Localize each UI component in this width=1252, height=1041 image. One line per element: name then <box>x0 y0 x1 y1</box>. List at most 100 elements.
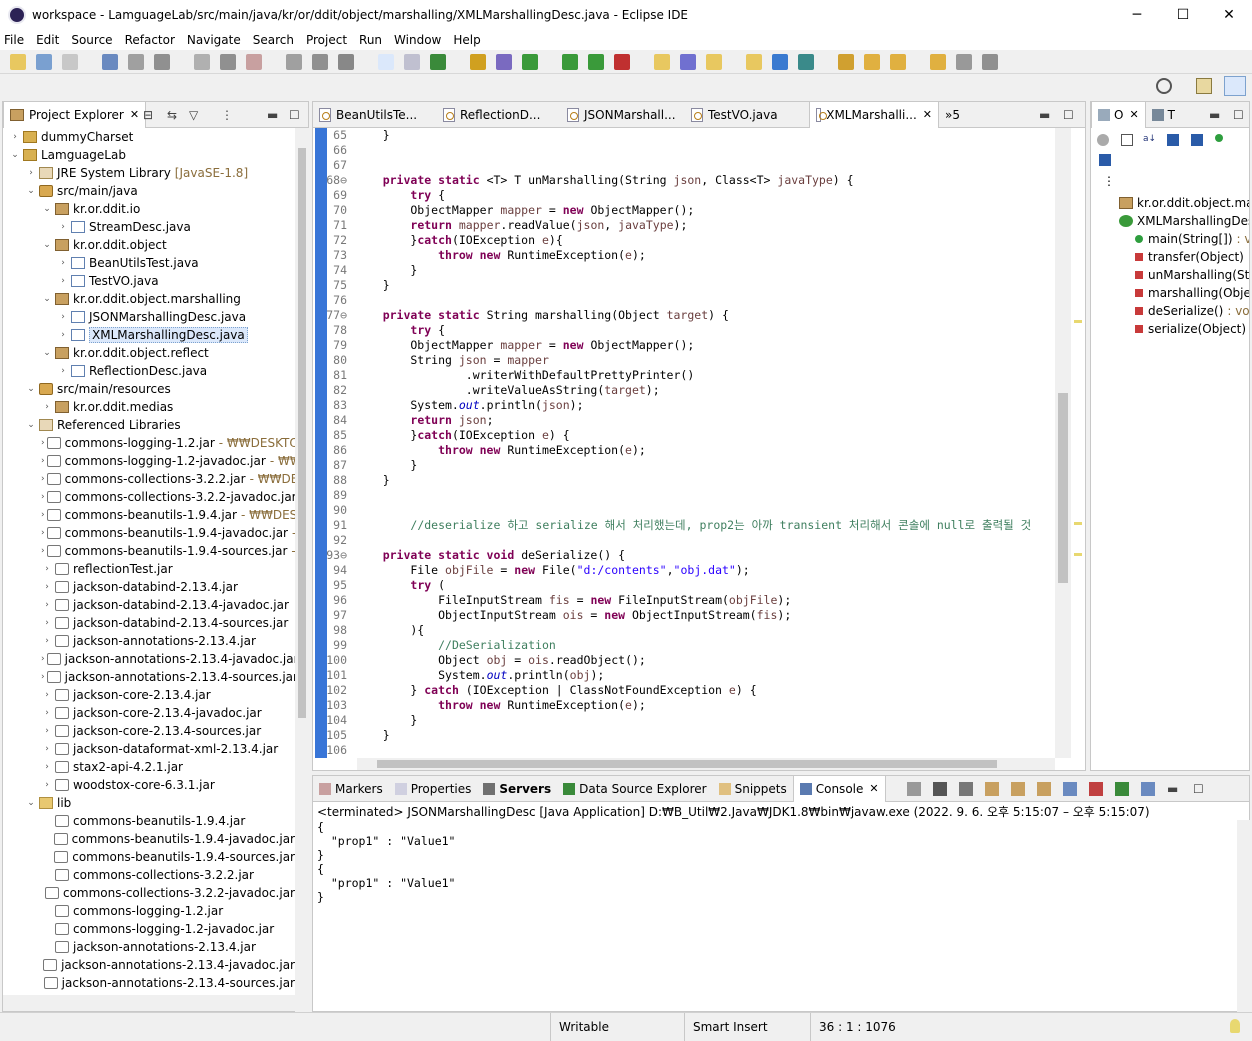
outline-item[interactable]: transfer(Object): <box>1091 248 1249 266</box>
tree-item[interactable]: › ReflectionDesc.java <box>3 362 295 380</box>
toolbar-button-icon[interactable] <box>614 54 630 70</box>
chevron-down-icon[interactable]: ⌄ <box>41 240 53 250</box>
bottom-tab[interactable]: Servers <box>477 776 557 802</box>
tree-item[interactable]: › JSONMarshallingDesc.java <box>3 308 295 326</box>
link-with-editor-icon[interactable]: ⇆ <box>167 108 177 122</box>
chevron-right-icon[interactable]: › <box>25 168 37 178</box>
toolbar-button-icon[interactable] <box>706 54 722 70</box>
java-perspective-icon[interactable] <box>1224 76 1246 96</box>
close-icon[interactable]: ✕ <box>923 108 932 121</box>
outline-item[interactable]: main(String[]): v <box>1091 230 1249 248</box>
close-button[interactable]: ✕ <box>1206 0 1252 30</box>
chevron-down-icon[interactable]: ⌄ <box>41 204 53 214</box>
outline-tree[interactable]: kr.or.ddit.object.mar XMLMarshallingDesc m… <box>1091 194 1249 394</box>
hide-nonpublic-icon[interactable] <box>1215 134 1223 142</box>
code-line[interactable]: 69 try { <box>313 188 1055 203</box>
code-line[interactable]: 92 <box>313 533 1055 548</box>
chevron-right-icon[interactable]: › <box>57 312 69 322</box>
code-line[interactable]: 98 ){ <box>313 623 1055 638</box>
tree-item[interactable]: › jackson-core-2.13.4.jar <box>3 686 295 704</box>
toolbar-button-icon[interactable] <box>680 54 696 70</box>
chevron-right-icon[interactable]: › <box>41 726 53 736</box>
code-line[interactable]: 75 } <box>313 278 1055 293</box>
tab-project-explorer[interactable]: Project Explorer ✕ <box>3 101 147 128</box>
code-line[interactable]: 93⊖ private static void deSerialize() { <box>313 548 1055 563</box>
tree-item[interactable]: commons-beanutils-1.9.4-javadoc.jar <box>3 830 295 848</box>
tree-item[interactable]: ⌄ kr.or.ddit.object.reflect <box>3 344 295 362</box>
code-line[interactable]: 72 }catch(IOException e){ <box>313 233 1055 248</box>
tree-item[interactable]: › dummyCharset <box>3 128 295 146</box>
code-line[interactable]: 101 System.out.println(obj); <box>313 668 1055 683</box>
chevron-right-icon[interactable]: › <box>57 222 69 232</box>
menu-file[interactable]: File <box>4 33 24 47</box>
toolbar-button-icon[interactable] <box>430 54 446 70</box>
scrollbar-thumb[interactable] <box>298 148 306 718</box>
menu-run[interactable]: Run <box>359 33 382 47</box>
maximize-button[interactable]: ☐ <box>1160 0 1206 30</box>
toolbar-button-icon[interactable] <box>128 54 144 70</box>
tree-item[interactable]: › commons-beanutils-1.9.4.jar- ₩₩DESKT <box>3 506 295 524</box>
toolbar-button-icon[interactable] <box>194 54 210 70</box>
chevron-right-icon[interactable]: › <box>41 474 45 484</box>
code-line[interactable]: 71 return mapper.readValue(json, javaTyp… <box>313 218 1055 233</box>
menu-window[interactable]: Window <box>394 33 441 47</box>
remove-launch-icon[interactable] <box>933 782 947 796</box>
code-line[interactable]: 74 } <box>313 263 1055 278</box>
toolbar-button-icon[interactable] <box>930 54 946 70</box>
tree-item[interactable]: ⌄ lib <box>3 794 295 812</box>
code-line[interactable]: 78 try { <box>313 323 1055 338</box>
remove-all-icon[interactable] <box>959 782 973 796</box>
code-line[interactable]: 68⊖ private static <T> T unMarshalling(S… <box>313 173 1055 188</box>
tree-item[interactable]: ⌄ kr.or.ddit.object.marshalling <box>3 290 295 308</box>
tree-item[interactable]: ⌄ Referenced Libraries <box>3 416 295 434</box>
tree-item[interactable]: › commons-logging-1.2-javadoc.jar- ₩₩D <box>3 452 295 470</box>
chevron-right-icon[interactable]: › <box>41 672 45 682</box>
chevron-right-icon[interactable]: › <box>41 438 45 448</box>
toolbar-button-icon[interactable] <box>470 54 486 70</box>
outline-item[interactable]: marshalling(Obje <box>1091 284 1249 302</box>
code-line[interactable]: 96 FileInputStream fis = new FileInputSt… <box>313 593 1055 608</box>
chevron-right-icon[interactable]: › <box>41 708 53 718</box>
code-line[interactable]: 77⊖ private static String marshalling(Ob… <box>313 308 1055 323</box>
chevron-right-icon[interactable]: › <box>41 528 45 538</box>
code-line[interactable]: 88 } <box>313 473 1055 488</box>
toolbar-button-icon[interactable] <box>10 54 26 70</box>
minimize-view-icon[interactable]: ▬ <box>1209 108 1220 122</box>
tree-item[interactable]: › jackson-dataformat-xml-2.13.4.jar <box>3 740 295 758</box>
toolbar-button-icon[interactable] <box>338 54 354 70</box>
toolbar-button-icon[interactable] <box>956 54 972 70</box>
scroll-lock-icon[interactable] <box>985 782 999 796</box>
lightbulb-icon[interactable] <box>1230 1019 1240 1033</box>
tree-item[interactable]: › jackson-databind-2.13.4-javadoc.jar <box>3 596 295 614</box>
editor-tab[interactable]: JSONMarshall... <box>561 102 685 128</box>
tree-item[interactable]: › stax2-api-4.2.1.jar <box>3 758 295 776</box>
toolbar-button-icon[interactable] <box>312 54 328 70</box>
chevron-right-icon[interactable]: › <box>41 600 53 610</box>
toolbar-button-icon[interactable] <box>378 54 394 70</box>
tree-item[interactable]: › jackson-annotations-2.13.4-sources.jar <box>3 668 295 686</box>
tree-item[interactable]: commons-logging-1.2.jar <box>3 902 295 920</box>
chevron-down-icon[interactable]: ⌄ <box>25 384 37 394</box>
minimize-view-icon[interactable]: ▬ <box>267 108 278 122</box>
show-on-error-icon[interactable] <box>1089 782 1103 796</box>
overview-ruler[interactable] <box>1071 128 1085 758</box>
tab-outline[interactable]: O ✕ <box>1091 101 1146 128</box>
tree-item[interactable]: ⌄ LamguageLab <box>3 146 295 164</box>
code-line[interactable]: 106 <box>313 743 1055 758</box>
scrollbar-thumb[interactable] <box>377 760 997 768</box>
tree-item[interactable]: › woodstox-core-6.3.1.jar <box>3 776 295 794</box>
bottom-tab[interactable]: Data Source Explorer <box>557 776 712 802</box>
tree-item[interactable]: › XMLMarshallingDesc.java <box>3 326 295 344</box>
chevron-right-icon[interactable]: › <box>9 132 21 142</box>
sort-icon[interactable]: a↓ <box>1143 134 1157 146</box>
minimize-view-icon[interactable]: ▬ <box>1167 782 1181 796</box>
tree-item[interactable]: › jackson-databind-2.13.4.jar <box>3 578 295 596</box>
chevron-right-icon[interactable]: › <box>41 510 45 520</box>
code-line[interactable]: 79 ObjectMapper mapper = new ObjectMappe… <box>313 338 1055 353</box>
toolbar-button-icon[interactable] <box>588 54 604 70</box>
chevron-right-icon[interactable]: › <box>41 636 53 646</box>
tree-item[interactable]: › jackson-annotations-2.13.4.jar <box>3 632 295 650</box>
close-icon[interactable]: ✕ <box>1129 108 1138 121</box>
filter-icon[interactable]: ▽ <box>189 108 198 122</box>
toolbar-button-icon[interactable] <box>864 54 880 70</box>
